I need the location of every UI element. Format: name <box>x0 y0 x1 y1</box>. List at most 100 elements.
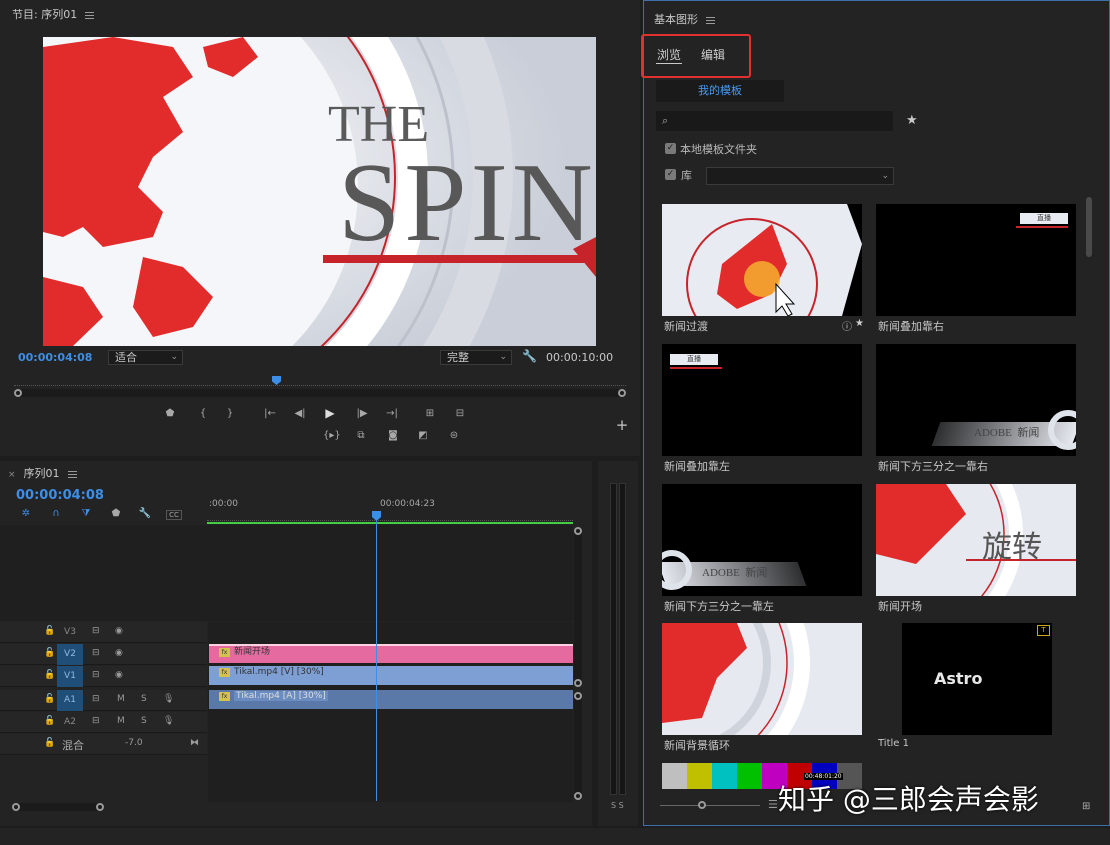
program-scrub-ruler[interactable] <box>14 372 626 386</box>
lock-icon[interactable]: 🔓 <box>44 694 55 704</box>
thumbnail-size-slider[interactable] <box>660 801 760 809</box>
timeline-timecode[interactable]: 00:00:04:08 <box>16 488 104 503</box>
solo-toggle[interactable]: S <box>141 716 147 726</box>
template-thumb-lower-third-left[interactable]: ADOBE 新闻 <box>662 484 862 596</box>
timeline-settings-wrench-icon[interactable]: 🔧 <box>137 507 153 521</box>
program-current-timecode[interactable]: 00:00:04:08 <box>18 351 92 364</box>
step-back-icon[interactable]: ◀| <box>292 407 308 421</box>
panel-menu-icon[interactable] <box>85 11 95 19</box>
timeline-ruler[interactable] <box>207 511 573 521</box>
solo-toggle[interactable]: S <box>141 694 147 704</box>
mix-volume-value[interactable]: -7.0 <box>125 738 143 748</box>
track-name-v1[interactable]: V1 <box>57 666 83 687</box>
clip-v1-tikal[interactable]: fx Tikal.mp4 [V] [30%] <box>209 666 573 685</box>
library-dropdown[interactable]: ⌄ <box>706 167 894 185</box>
toggle-sync-icon[interactable]: ⊟ <box>92 716 100 726</box>
upper-vertical-scrollbar[interactable] <box>574 527 582 687</box>
template-thumb-news-open[interactable]: 旋转 <box>876 484 1076 596</box>
scrollbar-handle-right[interactable] <box>96 803 104 811</box>
slider-handle[interactable] <box>698 801 706 809</box>
new-item-icon[interactable]: ⊞ <box>1082 801 1090 812</box>
settings-wrench-icon[interactable]: 🔧 <box>522 349 537 363</box>
template-thumb-lower-third-right[interactable]: ADOBE 新闻 <box>876 344 1076 456</box>
go-to-in-icon[interactable]: |← <box>262 407 278 421</box>
lock-icon[interactable]: 🔓 <box>44 738 55 748</box>
work-area-bar[interactable] <box>207 522 573 524</box>
scrollbar-handle-left[interactable] <box>12 803 20 811</box>
microphone-icon[interactable]: 🎙 <box>163 716 174 726</box>
info-icon[interactable]: ⓘ <box>842 318 852 333</box>
close-icon[interactable]: × <box>8 470 16 480</box>
export-frame-camera-icon[interactable]: ◙ <box>385 429 401 443</box>
track-name-a2[interactable]: A2 <box>57 712 83 733</box>
clip-v2-news-open[interactable]: fx 新闻开场 <box>209 644 573 663</box>
microphone-icon[interactable]: 🎙 <box>163 694 174 704</box>
toggle-sync-icon[interactable]: ⊟ <box>92 694 100 704</box>
audio-meter-solo-labels[interactable]: S S <box>611 801 624 810</box>
extract-icon[interactable]: ⊟ <box>452 407 468 421</box>
template-grid-scrollbar[interactable] <box>1086 197 1092 257</box>
scrollbar-handle-bottom[interactable] <box>574 679 582 687</box>
scrollbar-handle-bottom[interactable] <box>574 792 582 800</box>
play-icon[interactable]: ▶ <box>322 406 338 420</box>
timeline-playhead-line[interactable] <box>376 521 377 801</box>
template-thumb-news-overlay-left[interactable]: 直播 <box>662 344 862 456</box>
timeline-horizontal-scrollbar[interactable] <box>12 803 104 811</box>
lock-icon[interactable]: 🔓 <box>44 648 55 658</box>
program-preview[interactable]: THE SPIN <box>43 37 596 346</box>
template-thumb-news-transition[interactable] <box>662 204 862 316</box>
list-view-icon[interactable]: ☰ <box>768 798 778 811</box>
add-button-icon[interactable]: + <box>614 418 630 433</box>
nest-sequence-icon[interactable]: ✲ <box>18 507 34 521</box>
mute-toggle[interactable]: M <box>117 716 125 726</box>
mute-toggle[interactable]: M <box>117 694 125 704</box>
program-monitor-title[interactable]: 节目: 序列01 <box>12 6 95 22</box>
captions-icon[interactable]: CC <box>166 510 182 520</box>
go-to-out-icon[interactable]: →| <box>384 407 400 421</box>
favorites-star-icon[interactable]: ★ <box>906 113 918 128</box>
library-checkbox[interactable]: ✓ <box>665 169 676 180</box>
timeline-tab[interactable]: × 序列01 <box>8 465 77 481</box>
track-name-v2[interactable]: V2 <box>57 644 83 665</box>
clip-a1-tikal[interactable]: fx Tikal.mp4 [A] [30%] <box>209 690 573 709</box>
mark-out-icon[interactable]: } <box>222 407 238 421</box>
track-name-a1[interactable]: A1 <box>57 690 83 711</box>
template-thumb-news-bg-loop[interactable] <box>662 623 862 735</box>
tab-edit[interactable]: 编辑 <box>701 46 725 63</box>
scrollbar-handle-top[interactable] <box>574 692 582 700</box>
snap-magnet-icon[interactable]: ∩ <box>48 507 64 521</box>
scrollbar-handle-left[interactable] <box>14 389 22 397</box>
eye-icon[interactable]: ◉ <box>115 626 123 636</box>
vr-video-icon[interactable]: ⊜ <box>446 429 462 443</box>
toggle-sync-icon[interactable]: ⊟ <box>92 626 100 636</box>
linked-selection-icon[interactable]: ⧩ <box>78 507 94 521</box>
program-zoom-scrollbar[interactable] <box>14 389 626 397</box>
track-header-v1[interactable]: 🔓 V1 ⊟ ◉ <box>0 666 207 687</box>
add-marker-icon[interactable]: ⬟ <box>162 407 178 421</box>
play-in-to-out-icon[interactable]: {▸} <box>323 429 341 443</box>
go-to-end-icon[interactable]: ⧓ <box>190 738 199 748</box>
essential-graphics-title[interactable]: 基本图形 <box>654 11 715 27</box>
quality-dropdown[interactable]: 完整 ⌄ <box>440 350 512 365</box>
track-header-v3[interactable]: 🔓 V3 ⊟ ◉ <box>0 622 207 643</box>
toggle-sync-icon[interactable]: ⊟ <box>92 670 100 680</box>
template-thumb-news-overlay-right[interactable]: 直播 <box>876 204 1076 316</box>
my-templates-button[interactable]: 我的模板 <box>656 80 784 102</box>
track-header-mix[interactable]: 🔓 混合 -7.0 ⧓ <box>0 734 207 755</box>
lower-vertical-scrollbar[interactable] <box>574 692 582 800</box>
eye-icon[interactable]: ◉ <box>115 670 123 680</box>
toggle-sync-icon[interactable]: ⊟ <box>92 648 100 658</box>
lock-icon[interactable]: 🔓 <box>44 716 55 726</box>
compare-view-icon[interactable]: ◩ <box>415 429 431 443</box>
panel-menu-icon[interactable] <box>67 470 77 478</box>
eye-icon[interactable]: ◉ <box>115 648 123 658</box>
mark-in-icon[interactable]: { <box>195 407 211 421</box>
panel-menu-icon[interactable] <box>706 16 715 24</box>
insert-icon[interactable]: ⧉ <box>353 429 369 443</box>
track-header-a2[interactable]: 🔓 A2 ⊟ M S 🎙 <box>0 712 207 733</box>
track-header-v2[interactable]: 🔓 V2 ⊟ ◉ <box>0 644 207 665</box>
fit-dropdown[interactable]: 适合 ⌄ <box>108 350 183 365</box>
add-marker-icon[interactable]: ⬟ <box>108 507 124 521</box>
scrollbar-handle-top[interactable] <box>574 527 582 535</box>
track-header-a1[interactable]: 🔓 A1 ⊟ M S 🎙 <box>0 690 207 711</box>
